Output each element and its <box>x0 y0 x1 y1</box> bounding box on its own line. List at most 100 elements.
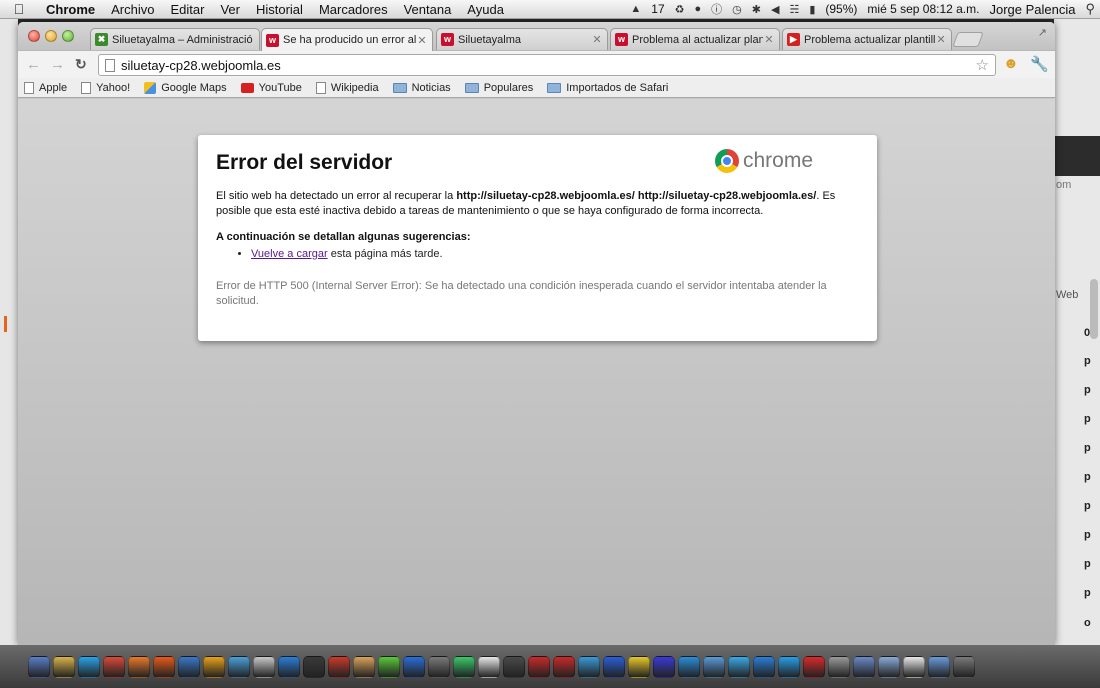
dock-app-icon[interactable] <box>728 655 750 678</box>
dock-app-icon[interactable] <box>553 655 575 678</box>
close-tab-icon[interactable]: ✕ <box>591 33 603 46</box>
reload-link[interactable]: Vuelve a cargar <box>251 248 328 260</box>
menu-app-chrome[interactable]: Chrome <box>38 2 103 17</box>
dock-app-icon[interactable] <box>78 655 100 678</box>
background-value: p <box>1084 355 1091 367</box>
dock-app-icon[interactable] <box>253 655 275 678</box>
close-tab-icon[interactable]: ✕ <box>416 34 428 47</box>
dock-app-icon[interactable] <box>128 655 150 678</box>
tray-count[interactable]: 17 <box>646 2 669 16</box>
dock-app-icon[interactable] <box>853 655 875 678</box>
dock-app-icon[interactable] <box>203 655 225 678</box>
dock-app-icon[interactable] <box>178 655 200 678</box>
new-tab-button[interactable] <box>952 32 984 47</box>
reload-icon[interactable]: ↻ <box>75 56 87 73</box>
background-value: p <box>1084 500 1091 512</box>
bluetooth-icon[interactable]: ✱ <box>747 3 766 16</box>
dock-app-icon[interactable] <box>453 655 475 678</box>
dock-app-icon[interactable] <box>828 655 850 678</box>
bookmark-label: Yahoo! <box>96 81 131 94</box>
wrench-menu-icon[interactable]: 🔧 <box>1030 55 1049 73</box>
dock-app-icon[interactable] <box>528 655 550 678</box>
close-window-button[interactable] <box>28 30 40 42</box>
tab-youtube-problema[interactable]: ▶ Problema actualizar plantilla ✕ <box>782 28 952 50</box>
dock-app-icon[interactable] <box>903 655 925 678</box>
dock-app-icon[interactable] <box>53 655 75 678</box>
dock-app-icon[interactable] <box>28 655 50 678</box>
menu-historial[interactable]: Historial <box>248 2 311 17</box>
dock-app-icon[interactable] <box>428 655 450 678</box>
back-arrow-icon[interactable]: ← <box>26 56 41 73</box>
bookmark-yahoo[interactable]: Yahoo! <box>81 81 131 94</box>
dock-app-icon[interactable] <box>353 655 375 678</box>
extension-icon[interactable]: ☻ <box>1003 55 1019 72</box>
tab-siluetayalma-admin[interactable]: ✖ Siluetayalma – Administració <box>90 28 260 50</box>
menu-editar[interactable]: Editar <box>162 2 212 17</box>
dock-app-icon[interactable] <box>653 655 675 678</box>
dock-app-icon[interactable] <box>603 655 625 678</box>
dock-app-icon[interactable] <box>403 655 425 678</box>
url-input[interactable] <box>121 57 976 73</box>
dock-app-icon[interactable] <box>953 655 975 678</box>
tab-problema-actualizar[interactable]: w Problema al actualizar planti ✕ <box>610 28 780 50</box>
bookmark-wikipedia[interactable]: Wikipedia <box>315 81 379 94</box>
apple-menu-icon[interactable]:  <box>0 1 38 17</box>
menu-ayuda[interactable]: Ayuda <box>459 2 512 17</box>
bookmark-google-maps[interactable]: Google Maps <box>144 81 227 94</box>
wifi-icon[interactable]: ☵ <box>784 3 804 16</box>
menu-archivo[interactable]: Archivo <box>103 2 162 17</box>
bookmark-folder-populares[interactable]: Populares <box>464 82 533 94</box>
bookmark-youtube[interactable]: YouTube <box>240 82 302 94</box>
dock-app-icon[interactable] <box>928 655 950 678</box>
messenger-icon[interactable]: ● <box>690 3 707 15</box>
dock-app-icon[interactable] <box>803 655 825 678</box>
dock-app-icon[interactable] <box>153 655 175 678</box>
tab-server-error[interactable]: w Se ha producido un error al c ✕ <box>261 28 433 51</box>
background-value: p <box>1084 558 1091 570</box>
battery-icon[interactable]: ▮ <box>804 3 820 16</box>
minimize-window-button[interactable] <box>45 30 57 42</box>
dock-app-icon[interactable] <box>578 655 600 678</box>
dock-app-icon[interactable] <box>778 655 800 678</box>
close-tab-icon[interactable]: ✕ <box>763 33 775 46</box>
bookmark-star-icon[interactable]: ☆ <box>976 56 989 74</box>
info-icon[interactable]: ⓘ <box>706 1 727 17</box>
volume-icon[interactable]: ◀ <box>766 3 784 16</box>
zoom-window-button[interactable] <box>62 30 74 42</box>
sync-icon[interactable]: ♻ <box>670 3 690 16</box>
tab-title: Problema actualizar plantilla <box>804 33 935 46</box>
spotlight-search-icon[interactable]: ⚲ <box>1080 1 1100 17</box>
menu-ventana[interactable]: Ventana <box>396 2 460 17</box>
dock-app-icon[interactable] <box>753 655 775 678</box>
dock-app-icon[interactable] <box>478 655 500 678</box>
dock-app-icon[interactable] <box>228 655 250 678</box>
maps-icon <box>144 81 157 94</box>
dock-app-icon[interactable] <box>303 655 325 678</box>
forward-arrow-icon[interactable]: → <box>50 56 65 73</box>
dock-app-icon[interactable] <box>278 655 300 678</box>
menu-marcadores[interactable]: Marcadores <box>311 2 396 17</box>
bookmark-folder-safari[interactable]: Importados de Safari <box>547 82 668 94</box>
battery-percent[interactable]: (95%) <box>820 2 862 16</box>
background-scrollbar[interactable] <box>1090 279 1098 339</box>
bookmark-apple[interactable]: Apple <box>24 81 67 94</box>
tab-siluetayalma[interactable]: w Siluetayalma ✕ <box>436 28 608 50</box>
dock-app-icon[interactable] <box>628 655 650 678</box>
dock-app-icon[interactable] <box>678 655 700 678</box>
bookmark-folder-noticias[interactable]: Noticias <box>392 82 451 94</box>
time-machine-icon[interactable]: ◷ <box>727 3 747 16</box>
user-name[interactable]: Jorge Palencia <box>984 2 1080 17</box>
dock-app-icon[interactable] <box>328 655 350 678</box>
dock-app-icon[interactable] <box>703 655 725 678</box>
close-tab-icon[interactable]: ✕ <box>935 33 947 46</box>
adobe-icon[interactable]: ▲ <box>625 3 646 15</box>
clock[interactable]: mié 5 sep 08:12 a.m. <box>862 2 984 16</box>
dock-app-icon[interactable] <box>878 655 900 678</box>
menu-ver[interactable]: Ver <box>212 2 248 17</box>
dock-app-icon[interactable] <box>503 655 525 678</box>
tab-title: Siluetayalma – Administració <box>112 33 253 46</box>
dock-app-icon[interactable] <box>103 655 125 678</box>
address-bar[interactable]: ☆ <box>98 54 996 76</box>
fullscreen-icon[interactable]: ↗ <box>1038 26 1047 39</box>
dock-app-icon[interactable] <box>378 655 400 678</box>
